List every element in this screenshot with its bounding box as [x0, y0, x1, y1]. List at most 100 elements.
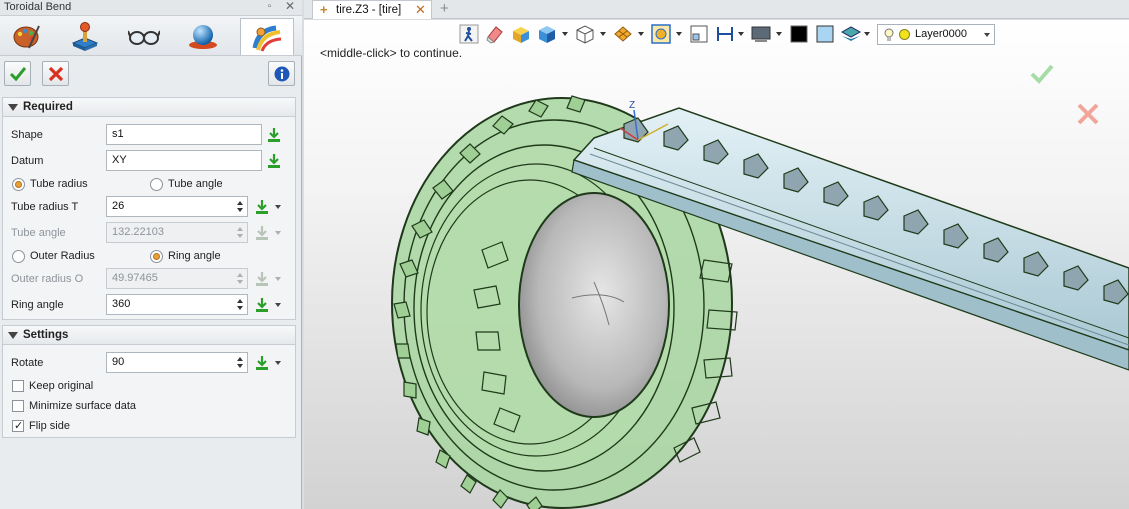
wireframe-cube-icon[interactable] [574, 23, 596, 45]
chevron-down-icon[interactable] [776, 32, 782, 36]
ring-angle-value: 360 [112, 298, 131, 310]
shape-label: Shape [11, 129, 43, 141]
settings-section-header[interactable]: Settings [2, 325, 296, 345]
dimension-icon[interactable] [714, 23, 736, 45]
axis-z-label: Z [629, 100, 635, 111]
lightbulb-icon[interactable] [882, 28, 896, 42]
minimize-surface-checkbox[interactable] [12, 400, 24, 412]
tab-tire[interactable]: + tire.Z3 - [tire] ✕ [312, 0, 432, 19]
display-mode-icon[interactable] [750, 23, 772, 45]
outer-radius-radio[interactable] [12, 250, 25, 263]
pick-arrow-icon[interactable] [254, 297, 270, 313]
tire-model: Z [391, 95, 1129, 509]
background-color-icon[interactable] [814, 23, 836, 45]
green-check-icon [10, 67, 26, 82]
required-section [2, 117, 296, 320]
tube-radius-value: 26 [112, 200, 125, 212]
rotate-label: Rotate [11, 357, 44, 369]
pick-arrow-icon[interactable] [254, 225, 270, 241]
shading-icon[interactable] [612, 23, 634, 45]
info-button[interactable] [268, 61, 295, 86]
spin-buttons[interactable] [236, 270, 245, 287]
spin-buttons[interactable] [236, 354, 245, 371]
tube-angle-radio[interactable] [150, 178, 163, 191]
new-tab-icon[interactable]: + [440, 0, 449, 17]
spin-buttons[interactable] [236, 198, 245, 215]
3d-viewport[interactable]: Z <middle-click> to continue. Layer0000 [304, 20, 1129, 509]
tab-sphere[interactable] [176, 18, 230, 55]
chevron-down-icon[interactable] [738, 32, 744, 36]
ok-button[interactable] [4, 61, 31, 86]
action-row [0, 57, 302, 91]
rotate-input[interactable]: 90 [106, 352, 248, 373]
window-view-icon[interactable] [688, 23, 710, 45]
accept-check-icon[interactable] [1030, 63, 1054, 85]
layers-icon[interactable] [840, 23, 862, 45]
chevron-down-icon[interactable] [600, 32, 606, 36]
tab-palette[interactable] [0, 18, 54, 55]
tube-radius-label: Tube radius T [11, 201, 79, 213]
pin-icon[interactable]: ▫ [264, 1, 275, 12]
shape-value: s1 [112, 128, 124, 140]
required-section-header[interactable]: Required [2, 97, 296, 117]
panel-title: Toroidal Bend [4, 1, 72, 13]
joystick-icon [71, 22, 99, 51]
chevron-down-icon[interactable] [275, 205, 281, 209]
close-tab-icon[interactable]: ✕ [415, 2, 426, 18]
pick-arrow-icon[interactable] [266, 127, 282, 143]
chevron-down-icon[interactable] [275, 303, 281, 307]
chevron-down-icon [984, 33, 990, 37]
chevron-down-icon[interactable] [676, 32, 682, 36]
spin-buttons[interactable] [236, 296, 245, 313]
walk-icon[interactable] [458, 23, 480, 45]
pick-arrow-icon[interactable] [254, 355, 270, 371]
ring-angle-radio-label: Ring angle [168, 250, 221, 262]
glasses-icon [128, 30, 160, 45]
flip-side-label: Flip side [29, 420, 70, 432]
foreground-color-icon[interactable] [788, 23, 810, 45]
tab-toroidal-bend[interactable] [240, 18, 294, 55]
chevron-down-icon[interactable] [864, 32, 870, 36]
tube-angle-input[interactable]: 132.22103 [106, 222, 248, 243]
close-panel-icon[interactable]: ✕ [284, 0, 296, 13]
keep-original-label: Keep original [29, 380, 94, 392]
ring-angle-radio[interactable] [150, 250, 163, 263]
settings-section-title: Settings [23, 329, 69, 341]
minimize-surface-label: Minimize surface data [29, 400, 136, 412]
chevron-down-icon[interactable] [275, 231, 281, 235]
tube-radius-input[interactable]: 26 [106, 196, 248, 217]
pick-arrow-icon[interactable] [254, 199, 270, 215]
solid-cube-icon[interactable] [536, 23, 558, 45]
ring-angle-input[interactable]: 360 [106, 294, 248, 315]
cancel-x-icon[interactable] [1076, 102, 1100, 126]
datum-value: XY [112, 154, 127, 166]
pick-arrow-icon[interactable] [266, 153, 282, 169]
toroidal-bend-icon [252, 25, 282, 52]
eraser-icon[interactable] [484, 23, 506, 45]
datum-field[interactable]: XY [106, 150, 262, 171]
red-x-icon [48, 66, 64, 82]
shape-field[interactable]: s1 [106, 124, 262, 145]
tube-radius-radio-label: Tube radius [30, 178, 88, 190]
collapse-triangle-icon [8, 332, 18, 339]
outer-radius-input[interactable]: 49.97465 [106, 268, 248, 289]
ring-angle-label: Ring angle [11, 299, 64, 311]
tab-glasses[interactable] [117, 18, 171, 55]
chevron-down-icon[interactable] [638, 32, 644, 36]
tab-joystick[interactable] [59, 18, 113, 55]
chevron-down-icon[interactable] [562, 32, 568, 36]
modified-indicator-icon: + [320, 2, 328, 17]
tube-radius-radio[interactable] [12, 178, 25, 191]
keep-original-checkbox[interactable] [12, 380, 24, 392]
fit-view-icon[interactable] [650, 23, 672, 45]
spin-buttons[interactable] [236, 224, 245, 241]
flip-side-checkbox[interactable] [12, 419, 24, 432]
box-color-icon[interactable] [510, 23, 532, 45]
chevron-down-icon[interactable] [275, 361, 281, 365]
palette-icon [13, 25, 40, 49]
sphere-icon [189, 25, 217, 49]
layer-select[interactable]: Layer0000 [877, 24, 995, 45]
chevron-down-icon[interactable] [275, 277, 281, 281]
cancel-button[interactable] [42, 61, 69, 86]
pick-arrow-icon[interactable] [254, 271, 270, 287]
